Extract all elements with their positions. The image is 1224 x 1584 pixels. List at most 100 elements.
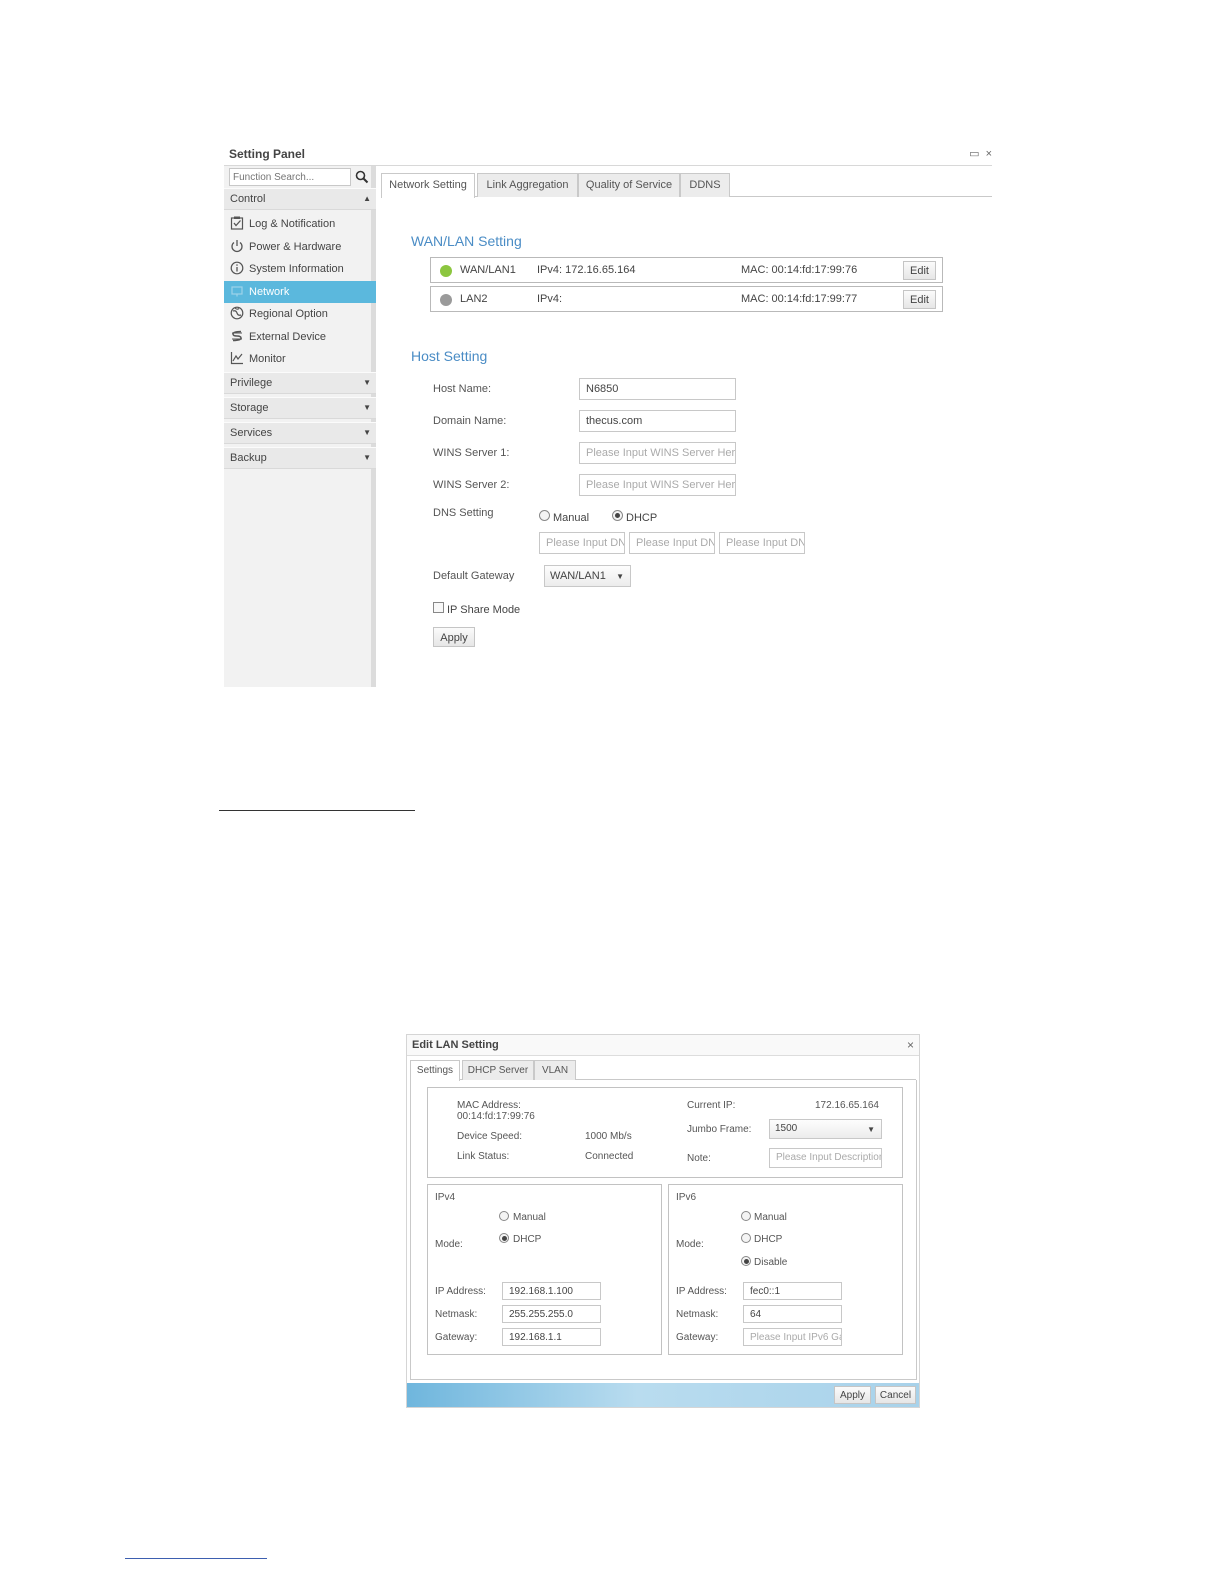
sidebar-item-label: External Device (249, 331, 327, 343)
ipv6-netmask-field[interactable]: 64 (743, 1305, 842, 1323)
current-ip-label: Current IP: (687, 1100, 736, 1111)
group-label: Services (230, 427, 273, 439)
ipv4-ip-field[interactable]: 192.168.1.100 (502, 1282, 601, 1300)
dns-server-1-field[interactable]: Please Input DNS (539, 532, 625, 554)
wins-server-2-field[interactable]: Please Input WINS Server Here (579, 474, 736, 496)
tab-vlan[interactable]: VLAN (534, 1060, 576, 1080)
note-field[interactable]: Please Input Description (769, 1148, 882, 1168)
cancel-button[interactable]: Cancel (875, 1386, 916, 1404)
sidebar-item-label: Log & Notification (249, 218, 336, 230)
tab-network-setting[interactable]: Network Setting (381, 173, 475, 198)
interface-mac: MAC: 00:14:fd:17:99:76 (741, 264, 858, 276)
sidebar-group-services[interactable]: Services ▼ (224, 422, 376, 444)
ipv4-manual-radio[interactable] (499, 1211, 509, 1221)
tab-settings[interactable]: Settings (410, 1060, 460, 1081)
sidebar-group-control[interactable]: Control ▲ (224, 188, 376, 210)
sidebar-item-network[interactable]: Network (224, 281, 376, 303)
sidebar-group-privilege[interactable]: Privilege ▼ (224, 372, 376, 394)
apply-button[interactable]: Apply (834, 1386, 871, 1404)
ipv4-netmask-field[interactable]: 255.255.255.0 (502, 1305, 601, 1323)
sidebar-item-monitor[interactable]: Monitor (224, 348, 376, 370)
interface-row-lan2[interactable]: LAN2 IPv4: MAC: 00:14:fd:17:99:77 Edit (430, 286, 943, 312)
default-gateway-label: Default Gateway (433, 570, 515, 582)
expand-arrow-icon: ▼ (363, 453, 371, 462)
default-gateway-select[interactable]: WAN/LAN1 ▼ (544, 565, 631, 587)
close-icon[interactable]: × (907, 1038, 914, 1052)
log-icon (230, 216, 244, 230)
ipv6-ip-label: IP Address: (676, 1286, 727, 1297)
chevron-down-icon: ▼ (616, 572, 624, 581)
network-icon (231, 286, 243, 297)
tab-ddns[interactable]: DDNS (680, 173, 730, 197)
dialog-titlebar: Edit LAN Setting × (407, 1035, 919, 1056)
ipv6-gateway-field[interactable]: Please Input IPv6 Gateway (743, 1328, 842, 1346)
edit-button[interactable]: Edit (903, 261, 936, 280)
ipv6-ip-field[interactable]: fec0::1 (743, 1282, 842, 1300)
info-icon (230, 261, 244, 275)
group-label: Control (230, 193, 266, 205)
monitor-icon (230, 352, 243, 365)
ipv6-disable-label: Disable (754, 1257, 788, 1268)
panel-title: Setting Panel (229, 147, 306, 161)
ipv6-mode-label: Mode: (676, 1239, 704, 1250)
function-search-field[interactable] (229, 168, 351, 186)
jumbo-frame-select[interactable]: 1500 ▼ (769, 1119, 882, 1139)
dns-server-2-field[interactable]: Please Input DNS (629, 532, 715, 554)
wins-server-1-label: WINS Server 1: (433, 447, 510, 459)
ipv6-title: IPv6 (676, 1192, 697, 1203)
sidebar-group-storage[interactable]: Storage ▼ (224, 397, 376, 419)
ipv4-netmask-label: Netmask: (435, 1309, 478, 1320)
dns-dhcp-radio[interactable] (612, 510, 623, 521)
tab-link-aggregation[interactable]: Link Aggregation (477, 173, 578, 197)
expand-arrow-icon: ▼ (363, 378, 371, 387)
apply-button[interactable]: Apply (433, 627, 475, 647)
sidebar-item-power-hardware[interactable]: Power & Hardware (224, 236, 376, 258)
tab-dhcp-server[interactable]: DHCP Server (462, 1060, 534, 1080)
domain-name-field[interactable]: thecus.com (579, 410, 736, 432)
wins-server-2-label: WINS Server 2: (433, 479, 510, 491)
note-label: Note: (687, 1153, 711, 1164)
wins-server-1-field[interactable]: Please Input WINS Server Here (579, 442, 736, 464)
sidebar-item-label: System Information (249, 263, 344, 275)
ipv4-title: IPv4 (435, 1192, 456, 1203)
maximize-icon[interactable]: ▭ (969, 147, 979, 160)
ip-share-mode-checkbox[interactable] (433, 602, 444, 613)
expand-arrow-icon: ▼ (363, 428, 371, 437)
search-icon[interactable] (355, 170, 369, 184)
ipv6-manual-label: Manual (754, 1212, 787, 1223)
sidebar-item-external-device[interactable]: External Device (224, 326, 376, 348)
edit-button[interactable]: Edit (903, 290, 936, 309)
dns-server-3-field[interactable]: Please Input DNS (719, 532, 805, 554)
group-label: Storage (230, 402, 269, 414)
ipv6-manual-radio[interactable] (741, 1211, 751, 1221)
sidebar-item-system-information[interactable]: System Information (224, 258, 376, 280)
ipv4-ip-label: IP Address: (435, 1286, 486, 1297)
ipv6-disable-radio[interactable] (741, 1256, 751, 1266)
sidebar-item-regional-option[interactable]: Regional Option (224, 303, 376, 325)
mac-address-label: MAC Address: (457, 1100, 521, 1111)
jumbo-frame-label: Jumbo Frame: (687, 1124, 752, 1135)
interface-row-wan-lan1[interactable]: WAN/LAN1 IPv4: 172.16.65.164 MAC: 00:14:… (430, 257, 943, 283)
tab-quality-of-service[interactable]: Quality of Service (578, 173, 680, 197)
sidebar-item-log-notification[interactable]: Log & Notification (224, 213, 376, 235)
interface-name: WAN/LAN1 (460, 264, 516, 276)
sidebar-group-backup[interactable]: Backup ▼ (224, 447, 376, 469)
dialog-title: Edit LAN Setting (412, 1039, 499, 1051)
host-name-field[interactable]: N6850 (579, 378, 736, 400)
sidebar-item-label: Monitor (249, 353, 286, 365)
close-icon[interactable]: × (986, 148, 992, 160)
collapse-arrow-icon: ▲ (363, 194, 371, 203)
ipv4-gateway-field[interactable]: 192.168.1.1 (502, 1328, 601, 1346)
dns-manual-radio[interactable] (539, 510, 550, 521)
ipv4-dhcp-radio[interactable] (499, 1233, 509, 1243)
device-speed-value: 1000 Mb/s (585, 1131, 632, 1142)
function-search-input[interactable] (230, 169, 350, 185)
device-info-box: MAC Address: 00:14:fd:17:99:76 Device Sp… (427, 1087, 903, 1178)
link-status-label: Link Status: (457, 1151, 510, 1162)
group-label: Backup (230, 452, 267, 464)
ipv6-netmask-label: Netmask: (676, 1309, 719, 1320)
expand-arrow-icon: ▼ (363, 403, 371, 412)
link-status-value: Connected (585, 1151, 634, 1162)
ipv6-dhcp-radio[interactable] (741, 1233, 751, 1243)
status-dot-icon (440, 294, 452, 306)
